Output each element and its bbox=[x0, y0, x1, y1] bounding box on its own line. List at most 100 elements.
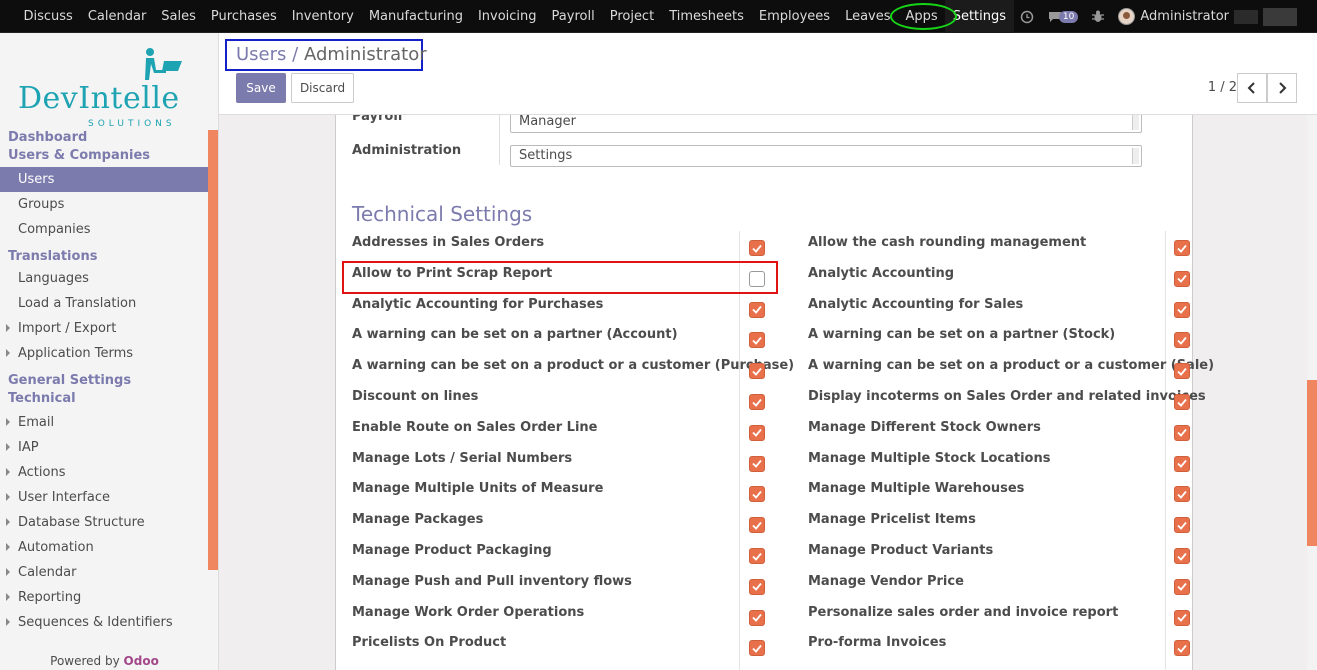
setting-checkbox-allow-to-print-scrap-report[interactable] bbox=[749, 270, 765, 287]
setting-checkbox-pro-forma-invoices[interactable] bbox=[1174, 640, 1190, 657]
sidebar-item-sequences-identifiers[interactable]: Sequences & Identifiers bbox=[0, 610, 209, 635]
setting-checkbox-manage-vendor-price[interactable] bbox=[1174, 578, 1190, 595]
sidebar-item-import-export[interactable]: Import / Export bbox=[0, 316, 209, 341]
breadcrumb-users-link[interactable]: Users bbox=[236, 44, 286, 65]
sidebar-item-user-interface[interactable]: User Interface bbox=[0, 485, 209, 510]
sidebar-item-database-structure[interactable]: Database Structure bbox=[0, 510, 209, 535]
payroll-select[interactable]: Manager bbox=[510, 115, 1142, 133]
form-sheet: Payroll Manager Administration Settings … bbox=[335, 115, 1214, 670]
sidebar-item-actions[interactable]: Actions bbox=[0, 460, 209, 485]
clock-icon[interactable] bbox=[1020, 10, 1034, 24]
setting-checkbox-discount-on-lines[interactable] bbox=[749, 394, 765, 410]
setting-checkbox-a-warning-can-be-set-on-a-partner-stock[interactable] bbox=[1174, 332, 1190, 349]
setting-checkbox-manage-product-variants[interactable] bbox=[1174, 548, 1190, 564]
menu-item-employees[interactable]: Employees bbox=[751, 0, 837, 33]
menu-item-purchases[interactable]: Purchases bbox=[203, 0, 284, 33]
user-name: Administrator bbox=[1140, 9, 1229, 24]
administration-select[interactable]: Settings bbox=[510, 145, 1142, 167]
user-menu[interactable]: Administrator bbox=[1118, 7, 1297, 26]
menu-item-manufacturing[interactable]: Manufacturing bbox=[361, 0, 470, 33]
administration-label: Administration bbox=[352, 143, 462, 158]
menu-item-inventory[interactable]: Inventory bbox=[284, 0, 361, 33]
setting-checkbox-manage-push-and-pull-inventory-flows[interactable] bbox=[749, 578, 765, 595]
menu-item-timesheets[interactable]: Timesheets bbox=[662, 0, 752, 33]
systray: 10 Administrator bbox=[1020, 0, 1297, 33]
setting-checkbox-analytic-accounting-for-purchases[interactable] bbox=[749, 301, 765, 318]
setting-checkbox-pricelists-on-product[interactable] bbox=[749, 640, 765, 657]
save-button[interactable]: Save bbox=[236, 73, 286, 103]
messages-icon[interactable]: 10 bbox=[1048, 10, 1079, 23]
odoo-link[interactable]: Odoo bbox=[124, 654, 159, 668]
setting-label-a-warning-can-be-set-on-a-partner-account: A warning can be set on a partner (Accou… bbox=[352, 327, 678, 343]
sidebar-item-groups[interactable]: Groups bbox=[0, 192, 209, 217]
setting-checkbox-manage-pricelist-items[interactable] bbox=[1174, 517, 1190, 534]
setting-label-manage-multiple-stock-locations: Manage Multiple Stock Locations bbox=[808, 450, 1051, 466]
sidebar-item-reporting[interactable]: Reporting bbox=[0, 585, 209, 610]
sidebar-item-application-terms[interactable]: Application Terms bbox=[0, 341, 209, 366]
sidebar-item-iap[interactable]: IAP bbox=[0, 435, 209, 460]
setting-checkbox-manage-multiple-stock-locations[interactable] bbox=[1174, 455, 1190, 472]
setting-label-manage-lots-serial-numbers: Manage Lots / Serial Numbers bbox=[352, 450, 573, 466]
chevron-right-icon bbox=[1279, 82, 1287, 94]
menu-item-leaves[interactable]: Leaves bbox=[838, 0, 898, 33]
sidebar-section-translations[interactable]: Translations bbox=[0, 248, 209, 266]
content-scrollbar[interactable] bbox=[1307, 115, 1317, 670]
setting-label-manage-multiple-units-of-measure: Manage Multiple Units of Measure bbox=[352, 481, 604, 497]
bug-icon[interactable] bbox=[1092, 10, 1105, 23]
sidebar-section-users-companies[interactable]: Users & Companies bbox=[0, 147, 209, 165]
discard-button[interactable]: Discard bbox=[291, 73, 354, 103]
setting-checkbox-manage-multiple-units-of-measure[interactable] bbox=[749, 486, 765, 503]
setting-checkbox-manage-work-order-operations[interactable] bbox=[749, 609, 765, 626]
menu-item-sales[interactable]: Sales bbox=[154, 0, 204, 33]
sidebar-item-calendar[interactable]: Calendar bbox=[0, 560, 209, 585]
scrollbar-thumb[interactable] bbox=[1307, 380, 1317, 546]
setting-label-addresses-in-sales-orders: Addresses in Sales Orders bbox=[352, 235, 545, 250]
sidebar-item-automation[interactable]: Automation bbox=[0, 535, 209, 560]
message-count-badge: 10 bbox=[1058, 10, 1079, 23]
setting-checkbox-manage-packages[interactable] bbox=[749, 517, 765, 534]
setting-checkbox-display-incoterms-on-sales-order-and-related-invoices[interactable] bbox=[1174, 394, 1190, 410]
setting-checkbox-addresses-in-sales-orders[interactable] bbox=[749, 240, 765, 256]
sidebar-item-companies[interactable]: Companies bbox=[0, 217, 209, 242]
sidebar-item-email[interactable]: Email bbox=[0, 410, 209, 435]
sidebar-section-technical[interactable]: Technical bbox=[0, 390, 209, 408]
logo-text: DevIntelle bbox=[18, 81, 180, 116]
pager-value: 1 / 2 bbox=[1207, 80, 1237, 95]
setting-checkbox-manage-lots-serial-numbers[interactable] bbox=[749, 455, 765, 472]
pager-previous-button[interactable] bbox=[1237, 73, 1267, 103]
setting-label-a-warning-can-be-set-on-a-partner-stock: A warning can be set on a partner (Stock… bbox=[808, 327, 1116, 343]
menu-item-project[interactable]: Project bbox=[602, 0, 661, 33]
setting-checkbox-manage-multiple-warehouses[interactable] bbox=[1174, 486, 1190, 503]
menu-item-apps[interactable]: Apps bbox=[898, 0, 945, 33]
setting-checkbox-manage-different-stock-owners[interactable] bbox=[1174, 424, 1190, 441]
setting-label-discount-on-lines: Discount on lines bbox=[352, 389, 479, 404]
powered-by-text: Powered by bbox=[50, 654, 120, 668]
setting-checkbox-a-warning-can-be-set-on-a-product-or-a-customer-sale[interactable] bbox=[1174, 363, 1190, 380]
menu-item-calendar[interactable]: Calendar bbox=[80, 0, 153, 33]
setting-checkbox-analytic-accounting[interactable] bbox=[1174, 270, 1190, 287]
setting-checkbox-a-warning-can-be-set-on-a-partner-account[interactable] bbox=[749, 332, 765, 349]
setting-checkbox-allow-the-cash-rounding-management[interactable] bbox=[1174, 240, 1190, 256]
redacted-block bbox=[1234, 9, 1258, 24]
setting-checkbox-analytic-accounting-for-sales[interactable] bbox=[1174, 301, 1190, 318]
menu-item-invoicing[interactable]: Invoicing bbox=[470, 0, 544, 33]
setting-checkbox-manage-product-packaging[interactable] bbox=[749, 548, 765, 564]
setting-label-enable-route-on-sales-order-line: Enable Route on Sales Order Line bbox=[352, 419, 598, 435]
column-separator bbox=[1165, 231, 1166, 670]
form-view: Payroll Manager Administration Settings … bbox=[219, 115, 1317, 670]
setting-checkbox-personalize-sales-order-and-invoice-report[interactable] bbox=[1174, 609, 1190, 626]
sidebar-section-dashboard[interactable]: Dashboard bbox=[0, 129, 209, 147]
setting-label-manage-different-stock-owners: Manage Different Stock Owners bbox=[808, 419, 1041, 435]
sidebar-item-users[interactable]: Users bbox=[0, 167, 209, 192]
menu-item-discuss[interactable]: Discuss bbox=[16, 0, 80, 33]
sidebar-item-languages[interactable]: Languages bbox=[0, 266, 209, 291]
pager-next-button[interactable] bbox=[1267, 73, 1297, 103]
sidebar-scrollbar[interactable] bbox=[208, 130, 218, 570]
menu-item-settings[interactable]: Settings bbox=[945, 0, 1014, 33]
sidebar-section-general-settings[interactable]: General Settings bbox=[0, 372, 209, 390]
setting-checkbox-a-warning-can-be-set-on-a-product-or-a-customer-purchase[interactable] bbox=[749, 363, 765, 380]
setting-checkbox-enable-route-on-sales-order-line[interactable] bbox=[749, 424, 765, 441]
menu-item-payroll[interactable]: Payroll bbox=[544, 0, 602, 33]
setting-label-manage-push-and-pull-inventory-flows: Manage Push and Pull inventory flows bbox=[352, 573, 632, 589]
sidebar-item-load-a-translation[interactable]: Load a Translation bbox=[0, 291, 209, 316]
